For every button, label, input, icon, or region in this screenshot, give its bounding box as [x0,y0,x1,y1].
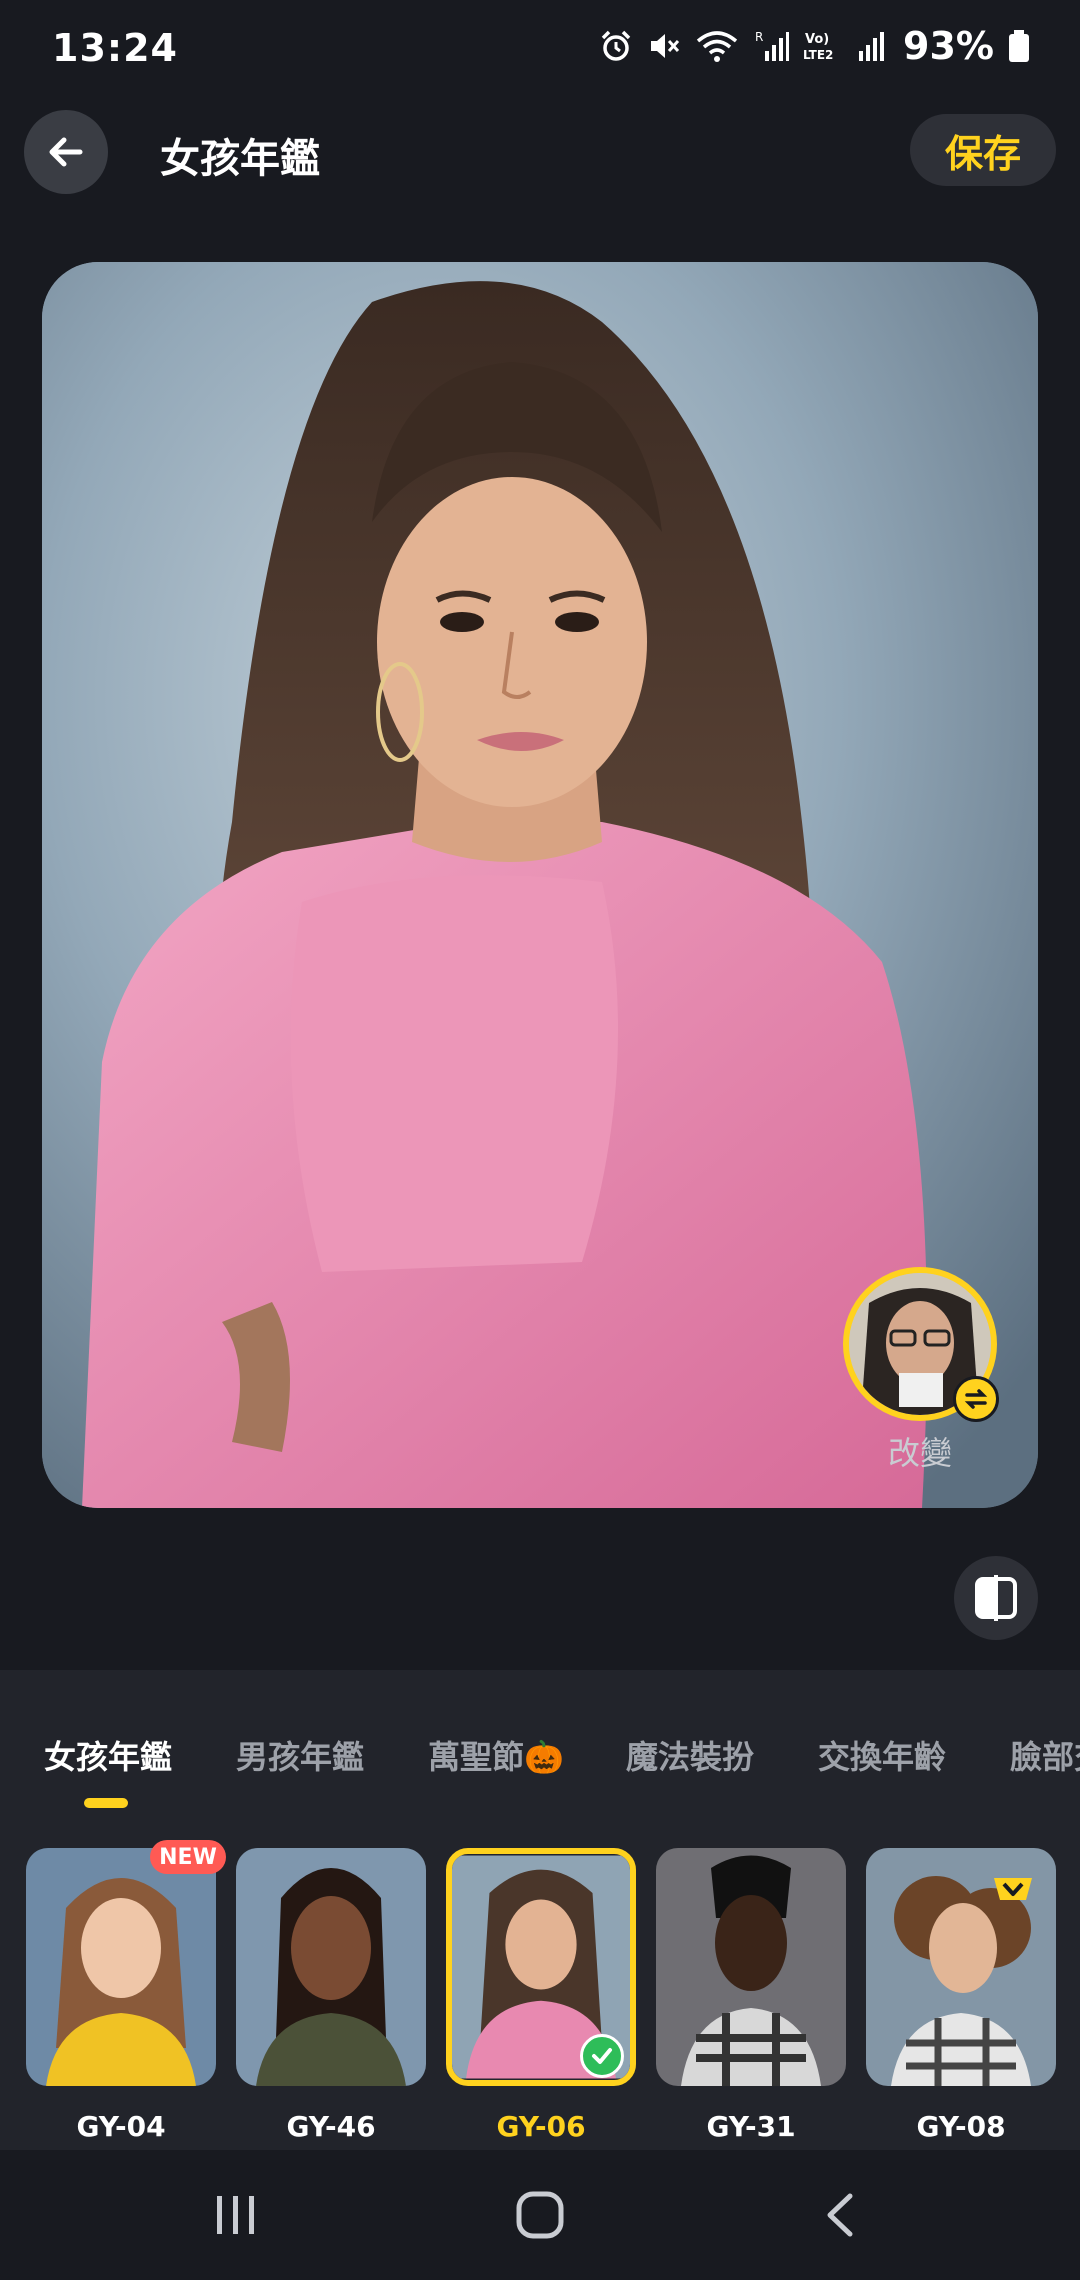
alarm-icon [601,30,631,61]
system-nav-bar [0,2150,1080,2280]
swap-icon [964,1389,988,1409]
recent-apps-icon [217,2196,254,2234]
premium-crown-icon [994,1878,1032,1900]
template-thumbnail [236,1848,426,2086]
compare-split-icon [975,1575,1017,1621]
battery-icon [1009,30,1029,62]
nav-back-button[interactable] [800,2180,880,2250]
app-header: 女孩年鑑 保存 [0,100,1080,204]
home-icon [516,2191,564,2239]
change-face-label[interactable]: 改變 [850,1428,990,1474]
mute-icon [651,34,680,58]
signal-icon: R [755,30,790,61]
tab-boy-yearbook[interactable]: 男孩年鑑 [236,1732,364,1778]
template-label-selected: GY-06 [496,2110,586,2143]
save-button[interactable]: 保存 [910,114,1056,186]
recent-apps-button[interactable] [196,2180,276,2250]
tab-magic-dressup[interactable]: 魔法裝扮 [626,1732,754,1778]
arrow-left-icon [49,137,83,167]
template-card[interactable] [656,1848,846,2086]
battery-percent: 93% [903,24,994,68]
tab-age-swap[interactable]: 交換年齡 [818,1732,946,1778]
screen: 13:24 R Vo) LTE2 93% 女孩年鑑 保存 改變 女孩年鑑 男孩年… [0,0,1080,2280]
wifi-icon [696,31,738,62]
template-label: GY-31 [706,2110,796,2143]
template-label: GY-04 [76,2110,166,2143]
svg-text:LTE2: LTE2 [803,48,833,62]
tab-face-swap[interactable]: 臉部交 [1010,1732,1080,1778]
back-icon [827,2193,853,2237]
template-card[interactable] [26,1848,216,2086]
home-button[interactable] [500,2180,580,2250]
swap-face-button[interactable] [953,1376,999,1422]
volte-icon: Vo) LTE2 [803,32,833,62]
template-card[interactable] [236,1848,426,2086]
signal-icon [859,32,885,61]
compare-button[interactable] [954,1556,1038,1640]
tab-halloween[interactable]: 萬聖節🎃 [428,1732,564,1778]
tab-girl-yearbook[interactable]: 女孩年鑑 [44,1732,172,1778]
template-thumbnail [26,1848,216,2086]
check-icon [592,2048,612,2064]
status-icons: R Vo) LTE2 93% [599,24,1030,68]
template-thumbnail [656,1848,846,2086]
template-panel: 女孩年鑑 男孩年鑑 萬聖節🎃 魔法裝扮 交換年齡 臉部交 [0,1670,1080,2150]
svg-text:Vo): Vo) [805,32,829,47]
page-title: 女孩年鑑 [160,136,320,182]
template-label: GY-46 [286,2110,376,2143]
new-badge: NEW [150,1840,226,1874]
active-tab-indicator [84,1798,128,1808]
template-label: GY-08 [916,2110,1006,2143]
status-bar: 13:24 R Vo) LTE2 93% [0,0,1080,100]
back-button[interactable] [24,110,108,194]
selected-check-badge [580,2034,624,2078]
status-time: 13:24 [52,26,178,70]
svg-text:R: R [755,30,763,44]
category-tabs: 女孩年鑑 男孩年鑑 萬聖節🎃 魔法裝扮 交換年齡 臉部交 [0,1732,1080,1812]
template-list: GY-04 GY-46 GY-06 GY-31 GY-08 [0,1848,1080,2143]
